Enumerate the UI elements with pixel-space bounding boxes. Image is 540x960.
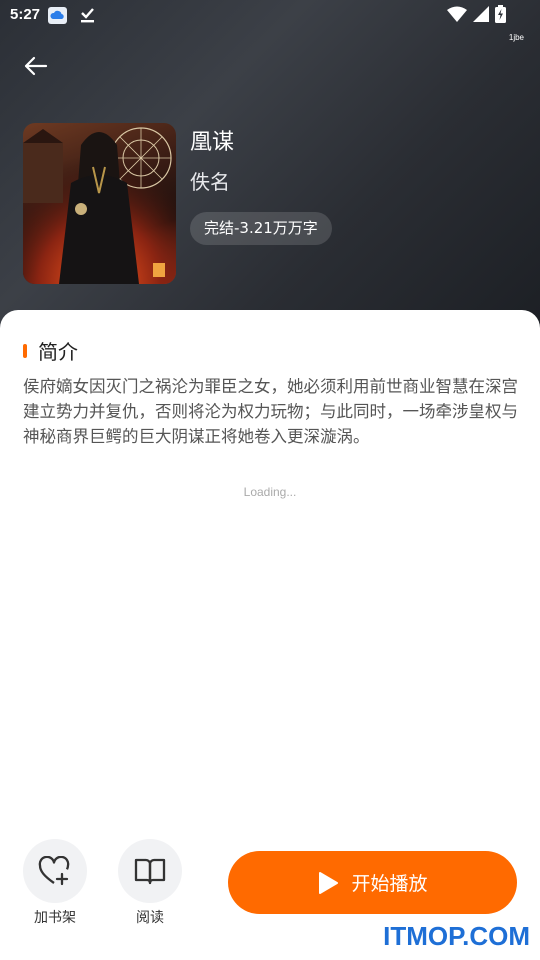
status-sub-label: 1jbe bbox=[508, 33, 524, 42]
heart-plus-icon bbox=[38, 856, 70, 886]
add-bookshelf-button[interactable]: 加书架 bbox=[23, 839, 87, 927]
add-bookshelf-circle[interactable] bbox=[23, 839, 87, 903]
book-status-badge: 完结-3.21万万字 bbox=[190, 212, 332, 245]
back-button[interactable] bbox=[20, 50, 52, 82]
wifi-icon bbox=[447, 6, 467, 26]
play-icon bbox=[319, 871, 339, 894]
book-cover[interactable] bbox=[23, 123, 176, 284]
battery-icon bbox=[495, 5, 506, 27]
status-right-icons bbox=[447, 5, 506, 27]
read-label: 阅读 bbox=[136, 910, 164, 926]
book-author: 佚名 bbox=[190, 170, 230, 194]
book-cover-art bbox=[23, 123, 176, 284]
signal-icon bbox=[473, 6, 489, 26]
intro-heading: 简介 bbox=[38, 340, 78, 364]
add-bookshelf-label: 加书架 bbox=[34, 910, 76, 926]
read-circle[interactable] bbox=[118, 839, 182, 903]
intro-text: 侯府嫡女因灭门之祸沦为罪臣之女，她必须利用前世商业智慧在深宫建立势力并复仇，否则… bbox=[23, 377, 518, 446]
status-time: 5:27 bbox=[10, 6, 41, 23]
status-bar: 5:27 1jbe bbox=[0, 0, 540, 42]
watermark: ITMOP.COM bbox=[383, 921, 530, 951]
start-play-label: 开始播放 bbox=[351, 873, 428, 895]
read-button[interactable]: 阅读 bbox=[118, 839, 182, 927]
intro-accent-bar bbox=[23, 344, 27, 358]
book-open-icon bbox=[134, 858, 166, 885]
arrow-left-icon bbox=[24, 56, 48, 76]
loading-text: Loading... bbox=[243, 485, 297, 499]
start-play-button[interactable]: 开始播放 bbox=[228, 851, 517, 914]
cloud-icon bbox=[48, 7, 67, 24]
book-title: 凰谋 bbox=[190, 130, 235, 155]
download-icon bbox=[78, 6, 96, 28]
